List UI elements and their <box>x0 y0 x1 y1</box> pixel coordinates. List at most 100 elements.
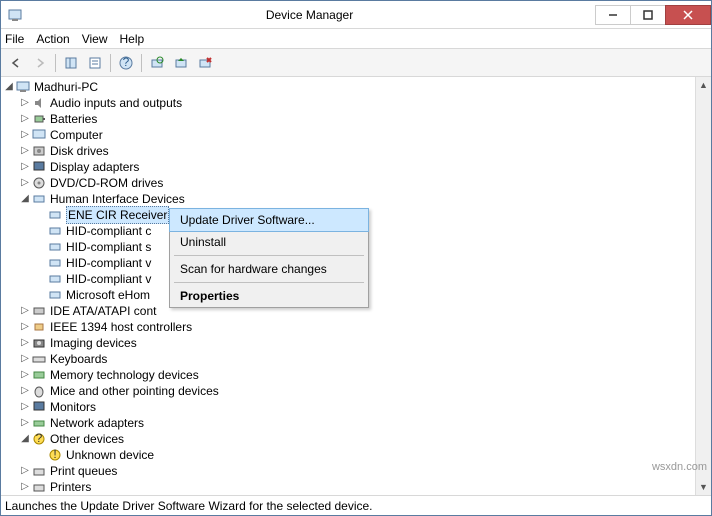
context-scan[interactable]: Scan for hardware changes <box>170 258 368 280</box>
keyboard-icon <box>31 351 47 367</box>
tree-item[interactable]: ▷Keyboards <box>1 351 711 367</box>
hid-device-icon <box>47 223 63 239</box>
back-button[interactable] <box>5 52 27 74</box>
minimize-button[interactable] <box>595 5 631 25</box>
menu-view[interactable]: View <box>82 32 108 46</box>
svg-text:?: ? <box>123 56 130 69</box>
hid-device-icon <box>47 287 63 303</box>
computer-icon <box>31 127 47 143</box>
hid-icon <box>31 191 47 207</box>
tree-item[interactable]: ▷Imaging devices <box>1 335 711 351</box>
expand-icon[interactable]: ▷ <box>19 143 31 159</box>
context-separator <box>174 255 364 256</box>
disk-icon <box>31 143 47 159</box>
tree-item[interactable]: ▷Disk drives <box>1 143 711 159</box>
expand-icon[interactable]: ▷ <box>19 463 31 479</box>
memory-icon <box>31 367 47 383</box>
tree-item[interactable]: ▷Monitors <box>1 399 711 415</box>
toolbar-separator <box>141 54 142 72</box>
expand-icon[interactable]: ▷ <box>19 175 31 191</box>
status-bar: Launches the Update Driver Software Wiza… <box>1 495 711 515</box>
menubar: File Action View Help <box>1 29 711 49</box>
properties-button[interactable] <box>84 52 106 74</box>
tree-item[interactable]: ▷Print queues <box>1 463 711 479</box>
toolbar: ? <box>1 49 711 77</box>
expand-icon[interactable]: ▷ <box>19 95 31 111</box>
tree-item[interactable]: ▷Batteries <box>1 111 711 127</box>
forward-button[interactable] <box>29 52 51 74</box>
close-button[interactable] <box>665 5 711 25</box>
device-tree[interactable]: ◢ Madhuri-PC ▷Audio inputs and outputs ▷… <box>1 77 711 495</box>
mouse-icon <box>31 383 47 399</box>
hid-device-icon <box>47 271 63 287</box>
scan-hardware-button[interactable] <box>146 52 168 74</box>
unknown-device-icon: ! <box>47 447 63 463</box>
expand-icon[interactable]: ▷ <box>19 111 31 127</box>
window-title: Device Manager <box>23 8 596 22</box>
tree-item[interactable]: ▷Mice and other pointing devices <box>1 383 711 399</box>
context-uninstall[interactable]: Uninstall <box>170 231 368 253</box>
dvd-icon <box>31 175 47 191</box>
monitor-icon <box>31 399 47 415</box>
tree-item[interactable]: ▷Printers <box>1 479 711 495</box>
tree-item[interactable]: ▷Memory technology devices <box>1 367 711 383</box>
vertical-scrollbar[interactable]: ▲ ▼ <box>695 77 711 495</box>
menu-file[interactable]: File <box>5 32 24 46</box>
tree-item[interactable]: ▷Computer <box>1 127 711 143</box>
context-separator <box>174 282 364 283</box>
update-driver-button[interactable] <box>170 52 192 74</box>
scroll-up-icon[interactable]: ▲ <box>696 77 711 93</box>
show-hide-console-button[interactable] <box>60 52 82 74</box>
expand-icon[interactable]: ▷ <box>19 159 31 175</box>
scroll-down-icon[interactable]: ▼ <box>696 479 711 495</box>
expand-icon[interactable]: ▷ <box>19 303 31 319</box>
tree-item[interactable]: ▷DVD/CD-ROM drives <box>1 175 711 191</box>
display-icon <box>31 159 47 175</box>
menu-help[interactable]: Help <box>120 32 145 46</box>
print-queue-icon <box>31 463 47 479</box>
audio-icon <box>31 95 47 111</box>
collapse-icon[interactable]: ◢ <box>19 431 31 447</box>
tree-item[interactable]: ◢?Other devices <box>1 431 711 447</box>
hid-device-icon <box>47 255 63 271</box>
expand-icon[interactable]: ▷ <box>19 127 31 143</box>
expand-icon[interactable]: ▷ <box>19 479 31 495</box>
maximize-button[interactable] <box>630 5 666 25</box>
help-button[interactable]: ? <box>115 52 137 74</box>
tree-root[interactable]: ◢ Madhuri-PC <box>1 79 711 95</box>
ide-icon <box>31 303 47 319</box>
context-update-driver[interactable]: Update Driver Software... <box>169 208 369 232</box>
expand-icon[interactable]: ▷ <box>19 383 31 399</box>
hid-device-icon <box>47 239 63 255</box>
svg-text:!: ! <box>53 448 56 461</box>
expand-icon[interactable]: ▷ <box>19 319 31 335</box>
tree-item[interactable]: ▷IEEE 1394 host controllers <box>1 319 711 335</box>
expand-icon[interactable]: ▷ <box>19 367 31 383</box>
tree-item[interactable]: ▷Audio inputs and outputs <box>1 95 711 111</box>
watermark: wsxdn.com <box>652 461 707 473</box>
collapse-icon[interactable]: ◢ <box>19 191 31 207</box>
titlebar: Device Manager <box>1 1 711 29</box>
network-icon <box>31 415 47 431</box>
tree-child[interactable]: !Unknown device <box>1 447 711 463</box>
toolbar-separator <box>55 54 56 72</box>
tree-item[interactable]: ◢Human Interface Devices <box>1 191 711 207</box>
svg-text:?: ? <box>36 432 43 445</box>
menu-action[interactable]: Action <box>36 32 69 46</box>
toolbar-separator <box>110 54 111 72</box>
ieee1394-icon <box>31 319 47 335</box>
tree-item[interactable]: ▷Network adapters <box>1 415 711 431</box>
expand-icon[interactable]: ▷ <box>19 415 31 431</box>
computer-icon <box>15 79 31 95</box>
expand-icon[interactable]: ▷ <box>19 335 31 351</box>
tree-item[interactable]: ▷Display adapters <box>1 159 711 175</box>
uninstall-button[interactable] <box>194 52 216 74</box>
hid-device-icon <box>47 207 63 223</box>
expand-icon[interactable]: ▷ <box>19 351 31 367</box>
context-menu: Update Driver Software... Uninstall Scan… <box>169 208 369 308</box>
collapse-icon[interactable]: ◢ <box>3 79 15 95</box>
app-icon <box>7 7 23 23</box>
printer-icon <box>31 479 47 495</box>
context-properties[interactable]: Properties <box>170 285 368 307</box>
expand-icon[interactable]: ▷ <box>19 399 31 415</box>
